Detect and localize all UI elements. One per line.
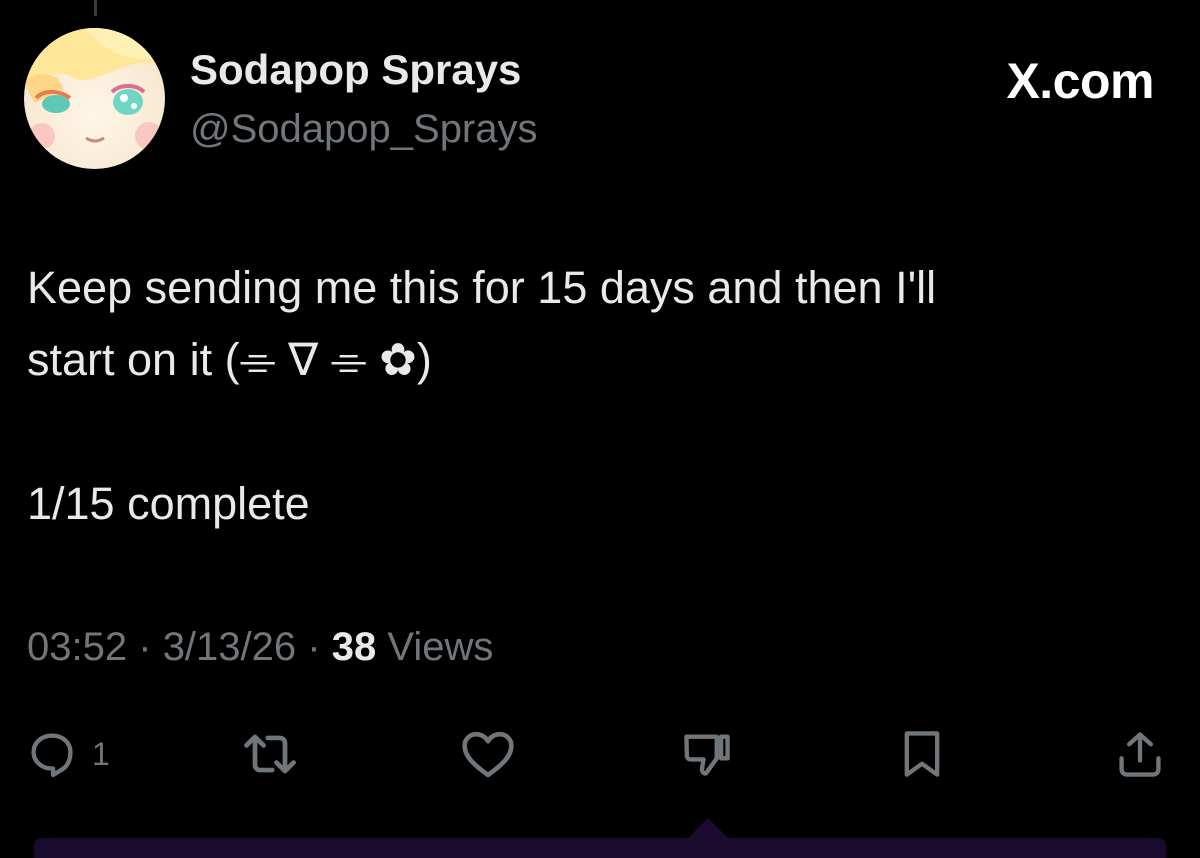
brand-logo: X.com (1006, 53, 1154, 109)
like-icon (462, 731, 514, 778)
reply-button[interactable]: 1 (26, 728, 110, 780)
bookmark-icon (904, 731, 940, 777)
meta-separator: · (307, 625, 321, 669)
thread-connector-line (94, 0, 97, 16)
share-button[interactable] (1114, 728, 1166, 780)
retweet-button[interactable] (240, 728, 300, 780)
avatar[interactable] (24, 28, 165, 169)
views-count: 38 (331, 625, 377, 669)
meta-separator: · (138, 625, 152, 669)
like-button[interactable] (460, 728, 516, 780)
tweet-metadata: 03:52 · 3/13/26 · 38 Views (27, 625, 493, 670)
reply-icon (31, 733, 73, 778)
share-icon (1119, 732, 1161, 777)
avatar-illustration-icon (24, 28, 165, 169)
reply-composer-bar[interactable] (34, 838, 1166, 858)
tweet-date[interactable]: 3/13/26 (163, 625, 296, 669)
bookmark-button[interactable] (898, 728, 946, 780)
dislike-icon (684, 734, 730, 776)
reply-composer-notch (686, 818, 730, 840)
user-handle[interactable]: @Sodapop_Sprays (190, 107, 538, 152)
display-name[interactable]: Sodapop Sprays (190, 46, 521, 94)
tweet-time[interactable]: 03:52 (27, 625, 127, 669)
tweet-text: Keep sending me this for 15 days and the… (27, 262, 937, 529)
retweet-icon (244, 734, 296, 774)
dislike-button[interactable] (680, 728, 734, 780)
views-label: Views (387, 625, 494, 669)
reply-count: 1 (92, 735, 110, 772)
